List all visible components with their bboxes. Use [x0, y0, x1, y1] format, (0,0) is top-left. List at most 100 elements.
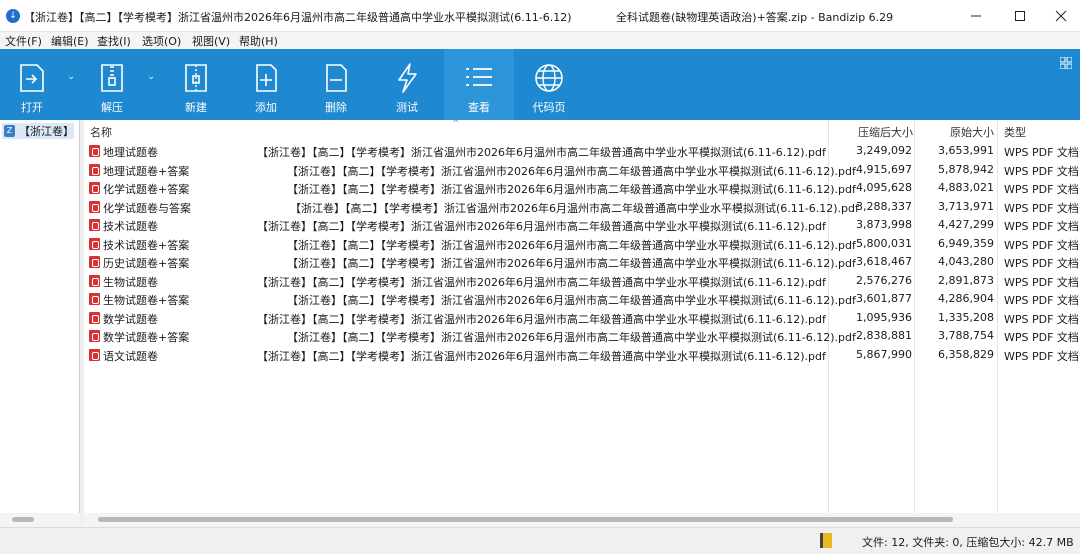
- open-button[interactable]: 打开: [6, 49, 58, 120]
- file-type: WPS PDF 文档: [1004, 312, 1079, 326]
- add-label: 添加: [255, 101, 277, 114]
- close-button[interactable]: [1042, 0, 1080, 32]
- pdf-file-icon: [89, 274, 100, 287]
- file-type: WPS PDF 文档: [1004, 238, 1079, 252]
- file-name: 地理试题卷+答案 【浙江卷】【高二】【学考模考】浙江省温州市2026年6月温州市高…: [103, 163, 856, 179]
- menu-bar: 文件(F) 编辑(E) 查找(I) 选项(O) 视图(V) 帮助(H): [0, 32, 1080, 49]
- scroll-thumb[interactable]: [98, 517, 953, 522]
- pdf-file-icon: [89, 348, 100, 361]
- original-size: 2,891,873: [938, 273, 994, 287]
- column-header-original-size[interactable]: 原始大小: [950, 124, 994, 140]
- file-type: WPS PDF 文档: [1004, 349, 1079, 363]
- view-button[interactable]: 查看: [444, 49, 514, 120]
- file-name-prefix: 语文试题卷: [103, 349, 158, 363]
- file-row[interactable]: 生物试题卷+答案 【浙江卷】【高二】【学考模考】浙江省温州市2026年6月温州市高…: [84, 290, 1080, 309]
- archive-folder-icon: Z: [4, 125, 15, 137]
- original-size: 4,286,904: [938, 292, 994, 305]
- pdf-file-icon: [89, 256, 100, 268]
- menu-help[interactable]: 帮助(H): [239, 33, 278, 49]
- menu-options[interactable]: 选项(O): [142, 33, 181, 49]
- menu-view[interactable]: 视图(V): [192, 33, 230, 49]
- menu-edit[interactable]: 编辑(E): [51, 33, 89, 49]
- file-row[interactable]: 语文试题卷 【浙江卷】【高二】【学考模考】浙江省温州市2026年6月温州市高二年级…: [84, 346, 1080, 365]
- maximize-button[interactable]: [998, 0, 1042, 32]
- scroll-thumb[interactable]: [12, 517, 34, 522]
- tree-item-root[interactable]: Z 【浙江卷】: [2, 123, 74, 139]
- status-summary: 文件: 12, 文件夹: 0, 压缩包大小: 42.7 MB: [862, 536, 1074, 549]
- file-name-suffix: 【浙江卷】【高二】【学考模考】浙江省温州市2026年6月温州市高二年级普通高中学…: [287, 257, 856, 270]
- pdf-file-icon: [89, 293, 100, 305]
- layout-grid-icon[interactable]: [1060, 57, 1072, 69]
- tree-horizontal-scrollbar[interactable]: [0, 513, 80, 527]
- packed-size: 4,095,628: [856, 181, 912, 194]
- file-row[interactable]: 数学试题卷+答案 【浙江卷】【高二】【学考模考】浙江省温州市2026年6月温州市高…: [84, 327, 1080, 346]
- list-horizontal-scrollbar[interactable]: [84, 513, 1080, 527]
- file-name-suffix: 【浙江卷】【高二】【学考模考】浙江省温州市2026年6月温州市高二年级普通高中学…: [287, 183, 856, 196]
- file-type: WPS PDF 文档: [1004, 331, 1079, 344]
- bandizip-app-icon[interactable]: ↓: [6, 9, 20, 23]
- minimize-icon: [971, 15, 981, 17]
- original-size: 3,653,991: [938, 144, 994, 157]
- packed-size: 3,288,337: [856, 199, 912, 213]
- file-row[interactable]: 地理试题卷+答案 【浙江卷】【高二】【学考模考】浙江省温州市2026年6月温州市高…: [84, 161, 1080, 180]
- packed-size: 2,576,276: [856, 273, 912, 287]
- file-type: WPS PDF 文档: [1004, 146, 1079, 159]
- test-label: 测试: [396, 101, 418, 114]
- file-name-prefix: 数学试题卷+答案: [103, 331, 190, 344]
- codepage-label: 代码页: [532, 101, 566, 114]
- file-type: WPS PDF 文档: [1004, 275, 1079, 289]
- file-name-suffix: 【浙江卷】【高二】【学考模考】浙江省温州市2026年6月温州市高二年级普通高中学…: [287, 294, 856, 307]
- file-name: 数学试题卷+答案 【浙江卷】【高二】【学考模考】浙江省温州市2026年6月温州市高…: [103, 329, 856, 345]
- file-name-prefix: 化学试题卷+答案: [103, 183, 190, 196]
- column-header-packed-size[interactable]: 压缩后大小: [858, 124, 913, 140]
- test-button[interactable]: 测试: [381, 49, 433, 120]
- extract-button[interactable]: 解压: [86, 49, 138, 120]
- open-dropdown-arrow[interactable]: ⌄: [67, 71, 75, 82]
- add-button[interactable]: 添加: [240, 49, 292, 120]
- title-bar: ↓ 【浙江卷】【高二】【学考模考】浙江省温州市2026年6月温州市高二年级普通高…: [0, 0, 1080, 32]
- tree-item-label: 【浙江卷】: [19, 125, 74, 138]
- menu-find[interactable]: 查找(I): [97, 33, 131, 49]
- file-row[interactable]: 历史试题卷+答案 【浙江卷】【高二】【学考模考】浙江省温州市2026年6月温州市高…: [84, 253, 1080, 272]
- file-name: 技术试题卷 【浙江卷】【高二】【学考模考】浙江省温州市2026年6月温州市高二年级…: [103, 218, 826, 234]
- pdf-file-icon: [89, 145, 100, 157]
- file-name: 化学试题卷+答案 【浙江卷】【高二】【学考模考】浙江省温州市2026年6月温州市高…: [103, 181, 856, 197]
- packed-size: 1,095,936: [856, 310, 912, 324]
- file-name-suffix: 【浙江卷】【高二】【学考模考】浙江省温州市2026年6月温州市高二年级普通高中学…: [257, 220, 826, 233]
- file-row[interactable]: 化学试题卷与答案 【浙江卷】【高二】【学考模考】浙江省温州市2026年6月温州市高…: [84, 198, 1080, 217]
- view-icon: [466, 68, 492, 86]
- file-row[interactable]: 数学试题卷 【浙江卷】【高二】【学考模考】浙江省温州市2026年6月温州市高二年级…: [84, 309, 1080, 328]
- file-row[interactable]: 生物试题卷 【浙江卷】【高二】【学考模考】浙江省温州市2026年6月温州市高二年级…: [84, 272, 1080, 291]
- original-size: 3,788,754: [938, 329, 994, 342]
- file-name-suffix: 【浙江卷】【高二】【学考模考】浙江省温州市2026年6月温州市高二年级普通高中学…: [257, 275, 826, 289]
- file-type: WPS PDF 文档: [1004, 201, 1079, 215]
- test-icon: [398, 63, 417, 93]
- delete-file-icon: [326, 64, 347, 92]
- extract-dropdown-arrow[interactable]: ⌄: [147, 71, 155, 82]
- delete-label: 删除: [325, 101, 347, 114]
- open-label: 打开: [21, 101, 43, 114]
- file-row[interactable]: 化学试题卷+答案 【浙江卷】【高二】【学考模考】浙江省温州市2026年6月温州市高…: [84, 179, 1080, 198]
- file-type: WPS PDF 文档: [1004, 164, 1079, 178]
- pdf-file-icon: [89, 330, 100, 342]
- file-name: 生物试题卷+答案 【浙江卷】【高二】【学考模考】浙江省温州市2026年6月温州市高…: [103, 292, 856, 308]
- packed-size: 5,800,031: [856, 236, 912, 250]
- status-bar: 文件: 12, 文件夹: 0, 压缩包大小: 42.7 MB: [0, 527, 1080, 554]
- original-size: 4,043,280: [938, 255, 994, 268]
- file-row[interactable]: 地理试题卷 【浙江卷】【高二】【学考模考】浙江省温州市2026年6月温州市高二年级…: [84, 142, 1080, 161]
- file-row[interactable]: 技术试题卷 【浙江卷】【高二】【学考模考】浙江省温州市2026年6月温州市高二年级…: [84, 216, 1080, 235]
- file-row[interactable]: 技术试题卷+答案 【浙江卷】【高二】【学考模考】浙江省温州市2026年6月温州市高…: [84, 235, 1080, 254]
- file-list: ^ 名称 压缩后大小 原始大小 类型 地理试题卷 【浙江卷】【高二】【学考模考】浙…: [84, 119, 1080, 513]
- column-header-name[interactable]: 名称: [90, 124, 112, 140]
- file-name-prefix: 技术试题卷: [103, 220, 158, 233]
- delete-button[interactable]: 删除: [310, 49, 362, 120]
- file-name-suffix: 【浙江卷】【高二】【学考模考】浙江省温州市2026年6月温州市高二年级普通高中学…: [257, 349, 826, 363]
- minimize-button[interactable]: [954, 0, 998, 32]
- menu-file[interactable]: 文件(F): [5, 33, 42, 49]
- file-name: 地理试题卷 【浙江卷】【高二】【学考模考】浙江省温州市2026年6月温州市高二年级…: [103, 144, 826, 160]
- codepage-button[interactable]: 代码页: [522, 49, 576, 120]
- new-archive-button[interactable]: 新建: [170, 49, 222, 120]
- column-header-type[interactable]: 类型: [1004, 124, 1026, 140]
- file-type: WPS PDF 文档: [1004, 257, 1079, 270]
- view-label: 查看: [468, 101, 490, 114]
